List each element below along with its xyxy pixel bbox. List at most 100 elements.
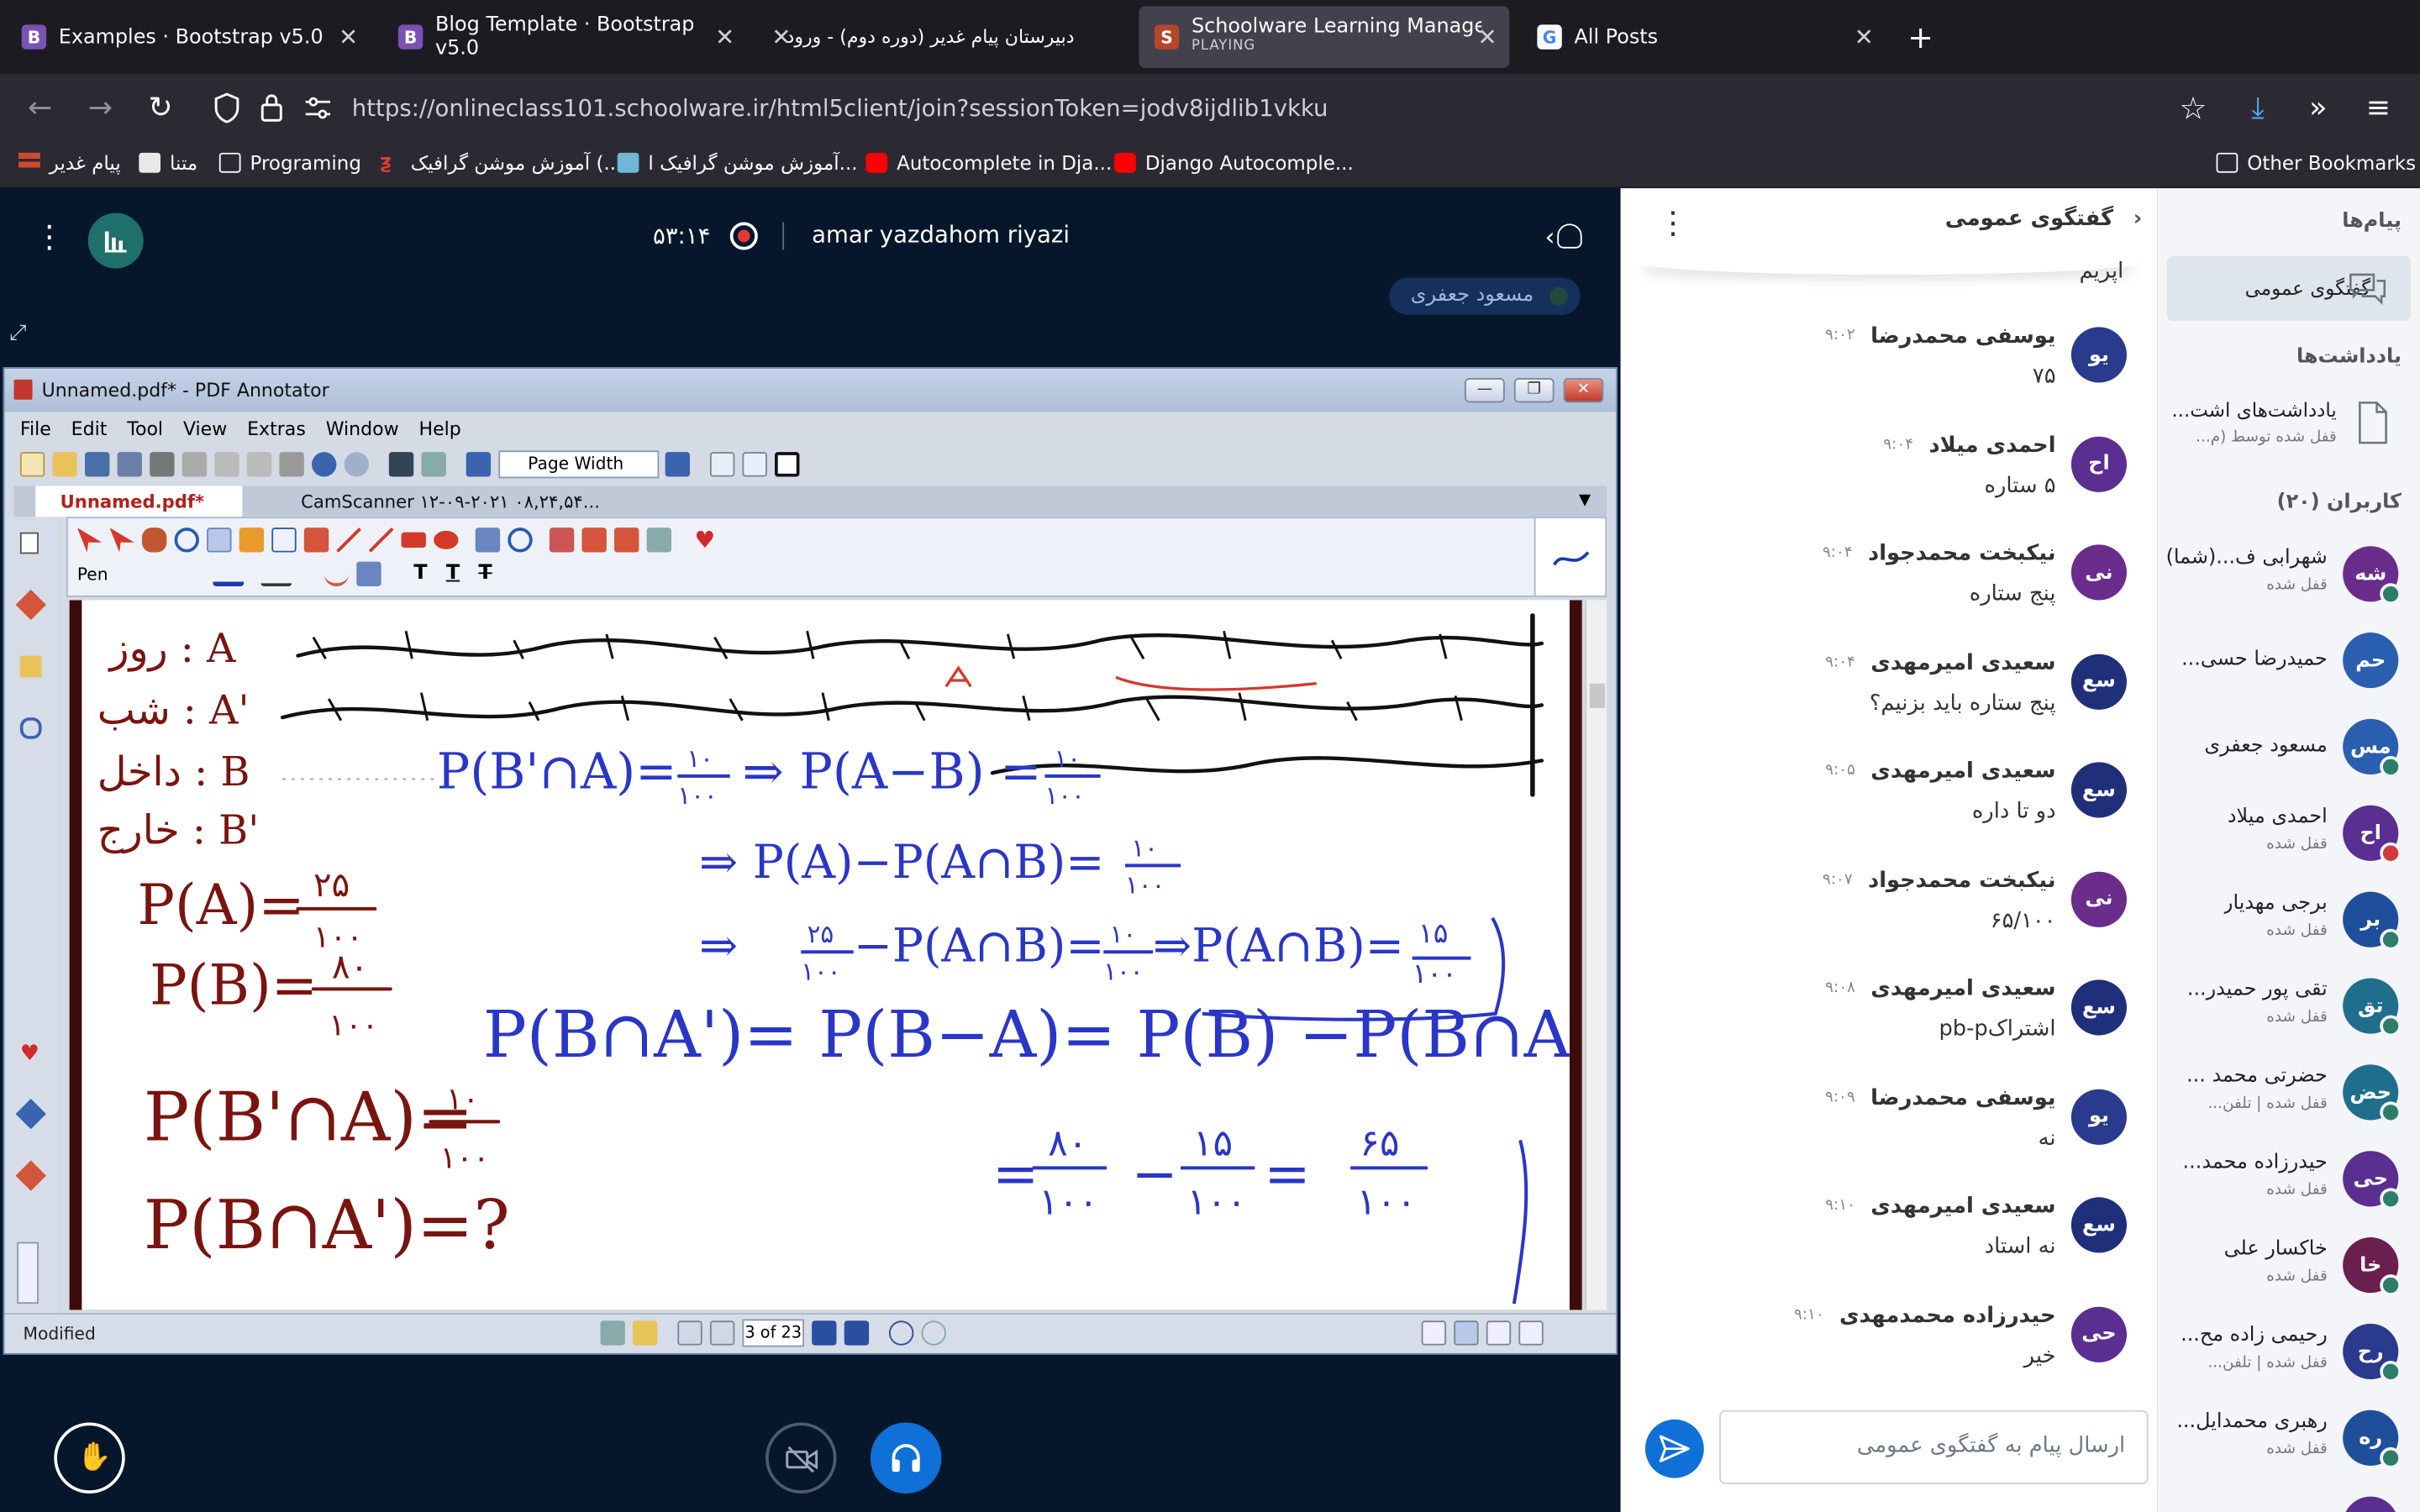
options-menu-icon[interactable]: ⋮ bbox=[34, 219, 65, 253]
reload-icon[interactable]: ↻ bbox=[144, 92, 177, 123]
delete-icon[interactable] bbox=[279, 452, 304, 477]
menu-help[interactable]: Help bbox=[419, 418, 461, 440]
record-icon[interactable] bbox=[729, 222, 758, 250]
chat-header[interactable]: گفتگوی عمومی › bbox=[1945, 207, 2143, 231]
rectangle-icon[interactable] bbox=[401, 532, 426, 549]
url-text[interactable]: https://onlineclass101.schoolware.ir/htm… bbox=[352, 94, 1328, 122]
zoom-in-icon[interactable] bbox=[665, 452, 691, 477]
hand-pan-icon[interactable] bbox=[141, 528, 167, 553]
bookmark-item[interactable]: ƺ آموزش موشن گرافیک (... bbox=[380, 151, 622, 175]
camera-snapshot-icon[interactable] bbox=[549, 528, 575, 553]
zoom-tool-icon[interactable] bbox=[174, 528, 199, 553]
zoom-out-icon[interactable] bbox=[466, 452, 492, 477]
other-bookmarks[interactable]: Other Bookmarks bbox=[2216, 151, 2416, 175]
side-scrollbar[interactable] bbox=[17, 1242, 39, 1305]
close-icon[interactable]: ✕ bbox=[771, 24, 791, 51]
highlighter-icon[interactable] bbox=[239, 528, 265, 553]
save-icon[interactable] bbox=[85, 452, 110, 477]
menu-icon[interactable]: ≡ bbox=[2361, 92, 2395, 123]
tab-examples[interactable]: B Examples · Bootstrap v5.0 ✕ bbox=[6, 6, 370, 67]
shared-notes-item[interactable]: یادداشت‌های اشت... قفل شده توسط (م... bbox=[2167, 392, 2411, 460]
bookmark-folder-programing[interactable]: Programing bbox=[218, 151, 361, 175]
bookmark-star-icon[interactable]: ☆ bbox=[2176, 92, 2210, 123]
page-thumbnail-icon[interactable] bbox=[19, 532, 39, 554]
back-icon[interactable]: ← bbox=[24, 92, 57, 123]
crop-icon[interactable] bbox=[581, 528, 607, 553]
user-list-item[interactable]: سرتیلیان ایوال... bbox=[2158, 1488, 2420, 1512]
continuous-view-icon[interactable] bbox=[1454, 1320, 1479, 1346]
tab-all-posts[interactable]: G All Posts ✕ bbox=[1522, 6, 1886, 67]
user-list-item[interactable]: حم حمیدرضا حسی... bbox=[2158, 623, 2420, 710]
history-forward-icon[interactable] bbox=[921, 1320, 946, 1346]
maximize-button[interactable]: ❐ bbox=[1513, 378, 1555, 403]
text-select-icon[interactable] bbox=[109, 528, 134, 553]
tab-school-login[interactable]: ✕ دبیرستان پیام غدیر (دوره دوم) - ورود ب… bbox=[760, 6, 1123, 67]
bookmark-item[interactable]: پیام غدیر bbox=[18, 151, 121, 175]
user-list-item[interactable]: حی حیدرزاده محمد... قفل شده bbox=[2158, 1142, 2420, 1228]
fit-page-icon[interactable] bbox=[742, 452, 767, 477]
user-list-item[interactable]: ره رهبری محمدایل... قفل شده bbox=[2158, 1401, 2420, 1488]
menu-window[interactable]: Window bbox=[326, 418, 399, 440]
user-list-item[interactable]: رح رحیمی زاده مح... قفل شده | تلفن... bbox=[2158, 1315, 2420, 1401]
prev-page-icon[interactable] bbox=[709, 1320, 735, 1346]
textbox-icon[interactable] bbox=[271, 528, 297, 553]
more-tools-icon[interactable]: » bbox=[2302, 92, 2335, 123]
bookmarks-icon[interactable] bbox=[421, 452, 446, 477]
public-chat-item[interactable]: گفتگوی عمومی bbox=[2166, 255, 2411, 322]
download-icon[interactable]: ⤓ bbox=[2241, 92, 2275, 123]
user-list-item[interactable]: بر برجی مهدیار قفل شده bbox=[2158, 883, 2420, 969]
undo-icon[interactable] bbox=[312, 452, 337, 477]
paste-icon[interactable] bbox=[246, 452, 272, 477]
fullscreen-icon[interactable]: ⤢ bbox=[9, 321, 27, 345]
close-icon[interactable]: ✕ bbox=[339, 24, 358, 51]
lock-icon[interactable] bbox=[260, 92, 284, 123]
new-tab-icon[interactable]: + bbox=[1907, 18, 1933, 55]
pressure-icon[interactable] bbox=[356, 561, 381, 586]
audio-headphones-button[interactable] bbox=[870, 1422, 942, 1494]
close-button[interactable]: ✕ bbox=[1563, 378, 1604, 403]
user-list-item[interactable]: شه شهرابی ف...(شما) قفل شده bbox=[2158, 537, 2420, 623]
stamp-icon[interactable] bbox=[303, 528, 329, 553]
find-icon[interactable] bbox=[388, 452, 414, 477]
text-strike-icon[interactable]: T bbox=[478, 562, 502, 586]
permissions-icon[interactable] bbox=[304, 96, 332, 120]
user-list-item[interactable]: حض حضرتی محمد ... قفل شده | تلفن... bbox=[2158, 1055, 2420, 1142]
redo-icon[interactable] bbox=[344, 452, 369, 477]
next-page-icon[interactable] bbox=[812, 1320, 837, 1346]
cut-icon[interactable] bbox=[182, 452, 208, 477]
arrow-icon[interactable] bbox=[368, 528, 394, 553]
single-page-icon[interactable] bbox=[709, 452, 735, 477]
next-doc-icon[interactable] bbox=[633, 1320, 658, 1346]
eraser-icon[interactable] bbox=[475, 528, 501, 553]
save-as-icon[interactable] bbox=[117, 452, 142, 477]
pen-tool-icon[interactable] bbox=[207, 528, 232, 553]
tab-blog-template[interactable]: B Blog Template · Bootstrap v5.0 ✕ bbox=[383, 6, 747, 67]
new-icon[interactable] bbox=[19, 452, 45, 477]
blue-pen-icon[interactable] bbox=[15, 1098, 46, 1130]
line-icon[interactable] bbox=[336, 528, 361, 553]
camera-off-button[interactable] bbox=[765, 1422, 837, 1494]
attachment-side-icon[interactable] bbox=[19, 717, 42, 739]
insert-image-icon[interactable] bbox=[646, 528, 671, 553]
chat-message-input[interactable]: ارسال پیام به گفتگوی عمومی bbox=[1719, 1410, 2149, 1484]
history-back-icon[interactable] bbox=[888, 1320, 914, 1346]
ruler-icon[interactable] bbox=[614, 528, 639, 553]
notes-side-icon[interactable] bbox=[19, 655, 42, 678]
fullscreen-page-icon[interactable] bbox=[775, 452, 800, 477]
bookmark-item[interactable]: آموزش موشن گرافیک ا... bbox=[617, 151, 858, 175]
pen-side-icon[interactable] bbox=[15, 589, 46, 621]
pen-color-icon[interactable] bbox=[213, 562, 245, 586]
close-icon[interactable]: ✕ bbox=[1854, 24, 1874, 51]
user-list-item[interactable]: اح احمدی میلاد قفل شده bbox=[2158, 796, 2420, 883]
user-list-toggle-icon[interactable]: ‹ bbox=[1545, 222, 1583, 251]
bookmark-item[interactable]: Autocomplete in Dja... bbox=[865, 151, 1112, 175]
print-icon[interactable] bbox=[150, 452, 175, 477]
lasso-icon[interactable] bbox=[508, 528, 533, 553]
menu-file[interactable]: File bbox=[20, 418, 51, 440]
grid-view-icon[interactable] bbox=[1518, 1320, 1544, 1346]
menu-tool[interactable]: Tool bbox=[127, 418, 163, 440]
favorite-heart-icon[interactable]: ♥ bbox=[20, 1042, 39, 1066]
first-page-icon[interactable] bbox=[677, 1320, 702, 1346]
scroll-thumb[interactable] bbox=[1589, 683, 1606, 709]
page-scrollbar[interactable] bbox=[1585, 600, 1607, 1310]
